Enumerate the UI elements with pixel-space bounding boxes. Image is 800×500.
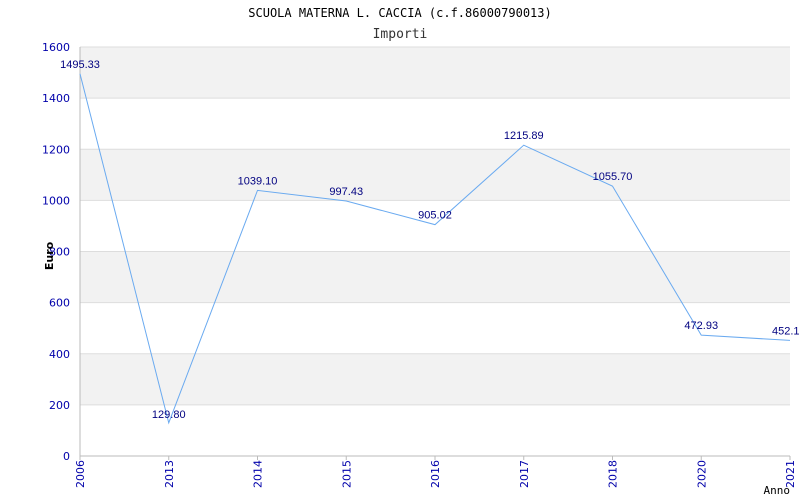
y-tick-label: 1400 bbox=[42, 92, 70, 105]
chart-subtitle: Importi bbox=[373, 27, 428, 42]
data-label: 1495.33 bbox=[60, 59, 100, 71]
x-tick-label: 2017 bbox=[518, 460, 531, 488]
x-tick-label: 2018 bbox=[607, 460, 620, 488]
x-tick-label: 2013 bbox=[163, 460, 176, 488]
y-tick-label: 600 bbox=[49, 297, 70, 310]
data-label: 905.02 bbox=[418, 210, 452, 222]
y-tick-label: 0 bbox=[63, 450, 70, 463]
plot-band bbox=[80, 251, 790, 303]
line-chart: 02004006008001000120014001600 2006 2013 20… bbox=[42, 6, 800, 497]
data-label: 452.1 bbox=[772, 325, 800, 337]
x-tick-label: 2006 bbox=[74, 460, 87, 488]
chart-title: SCUOLA MATERNA L. CACCIA (c.f.8600079001… bbox=[248, 6, 551, 20]
y-tick-label: 1200 bbox=[42, 143, 70, 156]
y-tick-label: 1000 bbox=[42, 194, 70, 207]
y-tick-label: 1600 bbox=[42, 41, 70, 54]
plot-band bbox=[80, 200, 790, 252]
y-tick-label: 200 bbox=[49, 399, 70, 412]
data-label: 129.80 bbox=[152, 409, 186, 421]
x-tick-label: 2015 bbox=[340, 460, 353, 488]
data-label: 1215.89 bbox=[504, 130, 544, 142]
data-label: 1055.70 bbox=[593, 171, 633, 183]
x-tick-label: 2016 bbox=[429, 460, 442, 488]
y-tick-label: 400 bbox=[49, 348, 70, 361]
x-tick-label: 2014 bbox=[252, 460, 265, 488]
data-label: 1039.10 bbox=[238, 175, 278, 187]
data-label: 472.93 bbox=[684, 320, 718, 332]
plot-band bbox=[80, 149, 790, 201]
plot-band bbox=[80, 98, 790, 150]
y-axis-label: Euro bbox=[43, 241, 56, 270]
data-label: 997.43 bbox=[329, 186, 363, 198]
x-tick-labels: 2006 2013 2014 2015 2016 2017 2018 2020 2021 bbox=[74, 456, 797, 488]
x-axis-label: Anno bbox=[764, 484, 791, 497]
x-tick-label: 2020 bbox=[695, 460, 708, 488]
plot-band bbox=[80, 353, 790, 405]
plot-band bbox=[80, 404, 790, 456]
plot-band bbox=[80, 47, 790, 99]
